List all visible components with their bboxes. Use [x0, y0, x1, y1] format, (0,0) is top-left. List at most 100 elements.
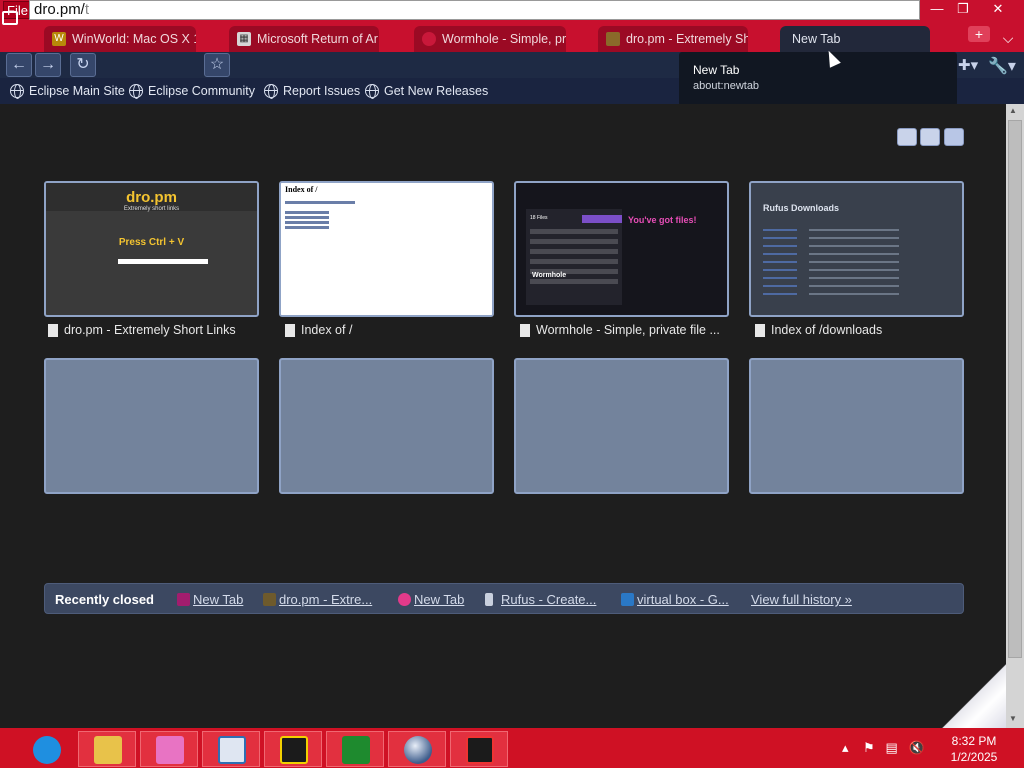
volume-mute-icon[interactable]: 🔇 [909, 740, 925, 755]
clock-date: 1/2/2025 [950, 750, 998, 764]
bookmark-label: Report Issues [283, 84, 361, 98]
tab-groups-icon[interactable] [2, 11, 18, 25]
dropm-preview: dro.pm Extremely short links Press Ctrl … [46, 183, 257, 315]
thumbnail-title[interactable]: Wormhole - Simple, private file ... [520, 323, 720, 337]
scroll-down-icon[interactable]: ▼ [1009, 714, 1017, 723]
view-options-button[interactable] [944, 128, 964, 146]
page-icon [48, 324, 58, 337]
tab-label: Wormhole - Simple, pr [442, 32, 566, 46]
grid-view-button[interactable] [897, 128, 917, 146]
recent-item-new-tab[interactable]: New Tab [177, 592, 243, 607]
page-curl-decoration [940, 660, 1006, 728]
wormhole-preview: 18 Files You've got files! Wormhole [516, 183, 727, 315]
flag-icon[interactable]: ⚑ [863, 740, 875, 755]
drop-icon [263, 593, 276, 606]
network-app-icon[interactable] [264, 731, 322, 767]
recent-item-label: New Tab [193, 592, 244, 607]
address-bar-input[interactable]: dro.pm/t [29, 0, 920, 20]
maximize-button[interactable]: ❐ [948, 0, 978, 20]
globe-icon [365, 84, 379, 99]
tab-tooltip: New Tab about:newtab [679, 52, 957, 106]
tab-winworld[interactable]: W WinWorld: Mac OS X 10 [44, 26, 196, 53]
newtab-icon [177, 593, 190, 606]
preview-heading: You've got files! [628, 215, 697, 225]
thumbnail-title-text: Index of /downloads [771, 323, 883, 337]
recent-item-virtualbox[interactable]: virtual box - G... [621, 592, 729, 607]
tab-label: dro.pm - Extremely Sho [626, 32, 748, 46]
globe-icon [264, 84, 278, 99]
bookmark-get-new-releases[interactable]: Get New Releases [365, 82, 488, 100]
tab-label: WinWorld: Mac OS X 10 [72, 32, 196, 46]
file-explorer-icon[interactable] [78, 731, 136, 767]
pink-app-icon[interactable] [140, 731, 198, 767]
wormhole-icon [422, 32, 436, 46]
document-viewer-icon[interactable] [202, 731, 260, 767]
thumbnail-title[interactable]: Index of / [285, 323, 352, 337]
thumbnail-title-text: Wormhole - Simple, private file ... [536, 323, 720, 337]
thumbnail-empty[interactable] [279, 358, 494, 494]
recent-item-label: dro.pm - Extre... [279, 592, 373, 607]
back-button[interactable]: ← [6, 53, 32, 77]
thumbnail-wormhole[interactable]: 18 Files You've got files! Wormhole [514, 181, 729, 317]
network-icon[interactable]: ▤ [885, 740, 897, 755]
tab-new-tab[interactable]: New Tab [780, 26, 930, 53]
tab-dropm[interactable]: dro.pm - Extremely Sho [598, 26, 748, 53]
view-full-history-link[interactable]: View full history » [751, 592, 852, 607]
bookmark-eclipse-community[interactable]: Eclipse Community [129, 82, 255, 100]
tab-label: Microsoft Return of Ar [257, 32, 378, 46]
show-hidden-icons-icon[interactable]: ▴ [842, 740, 849, 755]
reload-button[interactable]: ↻ [70, 53, 96, 77]
wrench-icon[interactable]: 🔧▾ [988, 56, 1016, 76]
tab-wormhole[interactable]: Wormhole - Simple, pr [414, 26, 566, 53]
tab-microsoft[interactable]: ▦ Microsoft Return of Ar [229, 26, 379, 53]
red-app-icon[interactable] [450, 731, 508, 767]
preview-heading: Rufus Downloads [763, 203, 839, 213]
thumbnail-title-text: Index of / [301, 323, 353, 337]
globe-icon [10, 84, 24, 99]
thumbnail-empty[interactable] [44, 358, 259, 494]
recent-item-rufus[interactable]: Rufus - Create... [485, 592, 596, 607]
chevron-down-icon[interactable]: ⌵ [995, 26, 1021, 50]
recent-item-label: Rufus - Create... [501, 592, 597, 607]
thumbnail-title[interactable]: Index of /downloads [755, 323, 882, 337]
url-suggestion-text: t [84, 1, 90, 18]
clock[interactable]: 8:32 PM 1/2/2025 [944, 733, 1004, 765]
tooltip-title: New Tab [693, 63, 740, 77]
internet-explorer-icon[interactable] [17, 731, 75, 767]
bookmark-label: Get New Releases [384, 84, 489, 98]
drop-icon [606, 32, 620, 46]
thumbnail-rufus[interactable]: Rufus Downloads [749, 181, 964, 317]
recent-item-new-tab-2[interactable]: New Tab [398, 592, 464, 607]
close-window-button[interactable]: ✕ [982, 0, 1014, 20]
recent-item-label: virtual box - G... [637, 592, 729, 607]
green-app-icon[interactable] [326, 731, 384, 767]
recently-closed-label: Recently closed [55, 592, 154, 607]
preview-subtitle: Extremely short links [123, 206, 180, 212]
recent-item-dropm[interactable]: dro.pm - Extre... [263, 592, 372, 607]
bookmark-report-issues[interactable]: Report Issues [264, 82, 360, 100]
thumbnail-title[interactable]: dro.pm - Extremely Short Links [48, 323, 236, 337]
new-tab-button[interactable]: + [968, 26, 990, 42]
scrollbar-thumb[interactable] [1008, 120, 1022, 658]
list-view-button[interactable] [920, 128, 940, 146]
bookmark-label: Eclipse Community [148, 84, 255, 98]
tab-label: New Tab [792, 32, 841, 46]
clock-time: 8:32 PM [951, 734, 997, 748]
globe-icon [129, 84, 143, 99]
rufus-preview: Rufus Downloads [751, 183, 962, 315]
forward-button[interactable]: → [35, 53, 61, 77]
preview-logo: dro.pm [126, 189, 177, 206]
bookmark-star-button[interactable]: ☆ [204, 53, 230, 77]
preview-files-count: 18 Files [530, 215, 548, 221]
add-widget-icon[interactable]: ✚▾ [958, 56, 978, 74]
url-typed-text: dro.pm/ [34, 1, 85, 18]
scroll-up-icon[interactable]: ▲ [1009, 106, 1017, 115]
index-preview: Index of / [281, 183, 492, 315]
thumbnail-dropm[interactable]: dro.pm Extremely short links Press Ctrl … [44, 181, 259, 317]
bookmark-eclipse-main[interactable]: Eclipse Main Site [10, 82, 125, 100]
sphere-app-icon[interactable] [388, 731, 446, 767]
thumbnail-empty[interactable] [749, 358, 964, 494]
system-tray: ▴ ⚑ ▤ 🔇 [842, 740, 925, 756]
thumbnail-empty[interactable] [514, 358, 729, 494]
thumbnail-index[interactable]: Index of / [279, 181, 494, 317]
